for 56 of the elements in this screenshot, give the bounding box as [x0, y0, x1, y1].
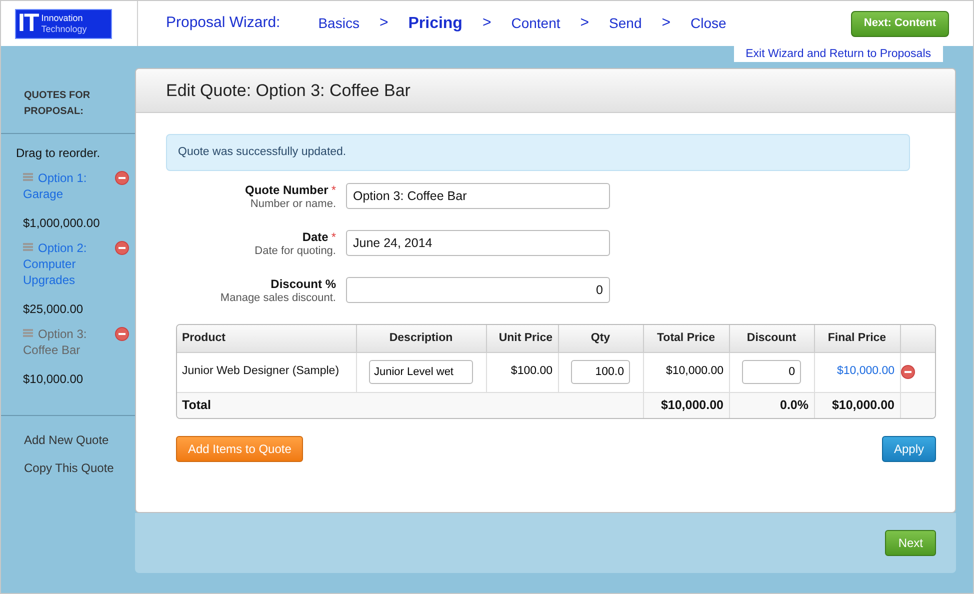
remove-icon[interactable]: [900, 365, 914, 379]
wizard-step[interactable]: Basics: [318, 13, 360, 34]
total-cell: $10,000.00: [832, 398, 894, 412]
drag-hint: Drag to reorder.: [16, 145, 102, 162]
drag-handle-icon[interactable]: [23, 329, 33, 337]
total-cell: $10,000.00: [660, 398, 724, 412]
column-header: Description: [356, 325, 486, 352]
drag-handle-icon[interactable]: [23, 173, 33, 181]
field-label: Quote Number: [244, 183, 328, 198]
qty-input[interactable]: 100.0: [571, 360, 630, 384]
field-label: Discount %: [270, 277, 336, 292]
success-message: Quote was successfully updated.: [166, 134, 910, 171]
column-header: Discount: [729, 325, 814, 352]
product-cell: Junior Web Designer (Sample): [182, 365, 340, 378]
final-price-link[interactable]: $10,000.00: [836, 365, 894, 378]
wizard-step[interactable]: Content: [511, 13, 560, 34]
column-header: Total Price: [643, 325, 729, 352]
input-field[interactable]: 0: [346, 277, 610, 303]
step-separator: >: [580, 13, 590, 34]
wizard-step[interactable]: Close: [690, 13, 726, 34]
column-header: Final Price: [814, 325, 900, 352]
quote-amount: $10,000.00: [23, 371, 84, 388]
column-header: Product: [177, 325, 356, 352]
unit-price-cell: $100.00: [510, 365, 552, 378]
input-field[interactable]: June 24, 2014: [346, 230, 610, 256]
total-price-cell: $10,000.00: [666, 365, 724, 378]
column-header: Qty: [558, 325, 643, 352]
drag-handle-icon[interactable]: [23, 243, 33, 251]
column-header: Unit Price: [486, 325, 558, 352]
input-field[interactable]: Option 3: Coffee Bar: [346, 183, 610, 209]
step-separator: >: [379, 13, 388, 34]
wizard-step[interactable]: Pricing: [408, 12, 462, 36]
description-input[interactable]: Junior Level wet: [369, 360, 473, 384]
quote-amount: $1,000,000.00: [23, 215, 101, 232]
wizard-title: Proposal Wizard:: [166, 13, 280, 34]
remove-icon[interactable]: [115, 171, 129, 185]
sidebar-action-link[interactable]: Add New Quote: [24, 431, 135, 449]
quote-amount: $25,000.00: [23, 301, 84, 318]
wizard-step[interactable]: Send: [609, 13, 642, 34]
panel-title: Edit Quote: Option 3: Coffee Bar: [166, 80, 410, 102]
step-separator: >: [482, 13, 492, 34]
sidebar-action-link[interactable]: Copy This Quote: [24, 459, 135, 477]
field-help: Number or name.: [250, 198, 336, 211]
total-cell: 0.0%: [780, 398, 808, 412]
field-help: Manage sales discount.: [220, 292, 336, 305]
field-help: Date for quoting.: [254, 245, 336, 258]
field-label: Date: [302, 230, 328, 245]
exit-wizard-link[interactable]: Exit Wizard and Return to Proposals: [734, 46, 943, 62]
step-separator: >: [662, 13, 670, 34]
sidebar-heading: QUOTES FOR PROPOSAL:: [24, 89, 92, 119]
remove-icon[interactable]: [115, 327, 129, 341]
remove-icon[interactable]: [115, 241, 129, 255]
required-mark: *: [331, 183, 336, 198]
total-label: Total: [182, 398, 211, 412]
required-mark: *: [331, 230, 336, 245]
discount-input[interactable]: 0: [742, 360, 801, 384]
